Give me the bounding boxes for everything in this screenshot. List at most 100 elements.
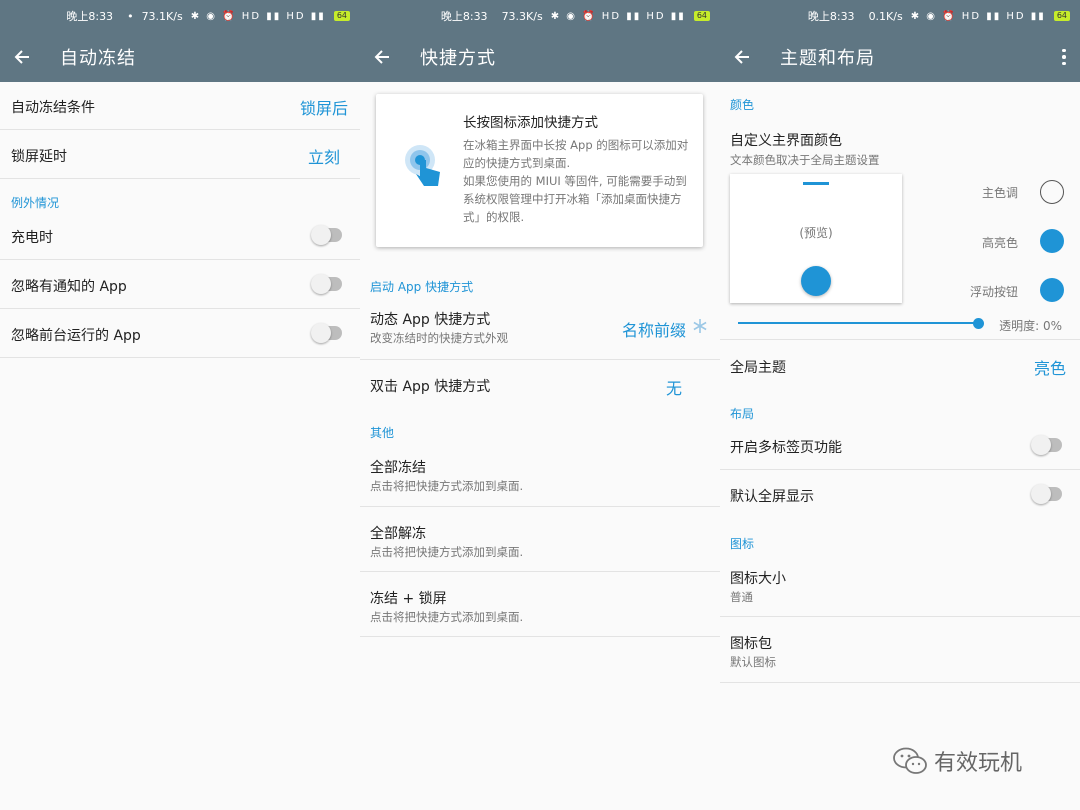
status-icons: ✱ ◉ ⏰ HD ▮▮ HD ▮▮	[190, 10, 326, 22]
unfreeze-all-label: 全部解冻	[370, 526, 426, 542]
fullscreen-label: 默认全屏显示	[730, 489, 814, 505]
charging-switch[interactable]	[311, 225, 342, 245]
alpha-slider-track[interactable]	[738, 322, 978, 324]
status-bar: 晚上8:33 0.1K/s ✱ ◉ ⏰ HD ▮▮ HD ▮▮ 64	[720, 0, 1080, 32]
icon-pack-value: 默认图标	[730, 655, 776, 669]
custom-color-sub: 文本颜色取决于全局主题设置	[730, 153, 880, 167]
icon-pack-label: 图标包	[730, 636, 772, 652]
list-item[interactable]: 全部解冻 点击将把快捷方式添加到桌面.	[360, 507, 720, 572]
screen-shortcuts: 晚上8:33 73.3K/s ✱ ◉ ⏰ HD ▮▮ HD ▮▮ 64 快捷方式…	[360, 0, 720, 810]
lock-delay-label: 锁屏延时	[11, 149, 67, 165]
app-bar: 快捷方式	[360, 32, 720, 82]
accent-color-label: 高亮色	[981, 236, 1018, 250]
alpha-slider-thumb[interactable]	[973, 318, 984, 329]
section-exceptions: 例外情况	[11, 196, 60, 210]
lock-delay-value: 立刻	[307, 148, 340, 167]
icon-size-label: 图标大小	[730, 571, 786, 587]
dynamic-shortcut-sub: 改变冻结时的快捷方式外观	[370, 331, 508, 345]
app-bar: 主题和布局	[720, 32, 1080, 82]
list-item[interactable]: 冻结 + 锁屏 点击将把快捷方式添加到桌面.	[360, 572, 720, 637]
card-title: 长按图标添加快捷方式	[463, 115, 598, 131]
primary-color-label: 主色调	[981, 186, 1018, 200]
status-speed: 73.1K/s	[141, 9, 183, 23]
accent-color-swatch[interactable]	[1040, 229, 1064, 253]
back-arrow-icon[interactable]	[370, 45, 394, 69]
dynamic-shortcut-value: 名称前缀	[621, 321, 686, 340]
page-title: 主题和布局	[780, 48, 875, 69]
global-theme-value: 亮色	[1033, 359, 1066, 378]
global-theme-label: 全局主题	[730, 360, 786, 376]
preview-label: (预览)	[799, 226, 833, 240]
toggle-row-fullscreen[interactable]: 默认全屏显示	[720, 470, 1080, 519]
toggle-row-notification[interactable]: 忽略有通知的 App	[0, 260, 360, 309]
lock-delay-row[interactable]: 锁屏延时 立刻	[0, 130, 360, 179]
icon-size-row[interactable]: 图标大小 普通	[720, 552, 1080, 617]
unfreeze-all-sub: 点击将把快捷方式添加到桌面.	[370, 545, 524, 559]
double-click-shortcut-value: 无	[665, 379, 682, 398]
double-click-shortcut-row[interactable]: 双击 App 快捷方式 无	[360, 360, 720, 410]
other-shortcuts-list: 全部冻结 点击将把快捷方式添加到桌面. 全部解冻 点击将把快捷方式添加到桌面. …	[360, 441, 720, 637]
icon-size-value: 普通	[730, 590, 753, 604]
wechat-icon	[893, 747, 927, 774]
dynamic-shortcut-label: 动态 App 快捷方式	[370, 312, 491, 328]
status-bar: 晚上8:33 73.3K/s ✱ ◉ ⏰ HD ▮▮ HD ▮▮ 64	[360, 0, 720, 32]
fullscreen-switch[interactable]	[1031, 484, 1062, 504]
card-body: 在冰箱主界面中长按 App 的图标可以添加对应的快捷方式到桌面. 如果您使用的 …	[463, 138, 689, 224]
fab-color-swatch[interactable]	[1040, 278, 1064, 302]
color-preview: (预览)	[730, 174, 902, 303]
list-item[interactable]: 全部冻结 点击将把快捷方式添加到桌面.	[360, 441, 720, 507]
preview-accent-bar	[803, 182, 829, 185]
charging-label: 充电时	[11, 230, 53, 246]
ignore-foreground-label: 忽略前台运行的 App	[11, 328, 141, 344]
fab-color-label: 浮动按钮	[969, 285, 1018, 299]
page-title: 快捷方式	[420, 48, 496, 69]
multitab-label: 开启多标签页功能	[730, 440, 842, 456]
battery-icon: 64	[693, 11, 710, 21]
toggle-row-multitab[interactable]: 开启多标签页功能	[720, 421, 1080, 470]
watermark-text: 有效玩机	[934, 751, 1023, 776]
section-launch-shortcuts: 启动 App 快捷方式	[370, 280, 474, 294]
status-time: 晚上8:33	[66, 10, 114, 23]
section-icon: 图标	[730, 537, 755, 551]
ignore-notification-switch[interactable]	[311, 274, 342, 294]
freeze-condition-row[interactable]: 自动冻结条件 锁屏后	[0, 82, 360, 130]
multitab-switch[interactable]	[1031, 435, 1062, 455]
toggle-row-charging[interactable]: 充电时	[0, 211, 360, 260]
app-bar: 自动冻结	[0, 32, 360, 82]
global-theme-row[interactable]: 全局主题 亮色	[720, 339, 1080, 391]
status-speed: 73.3K/s	[501, 9, 543, 23]
ignore-notification-label: 忽略有通知的 App	[11, 279, 127, 295]
snowflake-icon	[693, 319, 707, 333]
more-options-icon[interactable]	[1058, 45, 1070, 69]
icon-pack-row[interactable]: 图标包 默认图标	[720, 617, 1080, 683]
long-press-hint-card: 长按图标添加快捷方式 在冰箱主界面中长按 App 的图标可以添加对应的快捷方式到…	[376, 94, 703, 247]
status-speed: 0.1K/s	[868, 9, 903, 23]
freeze-condition-label: 自动冻结条件	[11, 100, 95, 116]
double-click-shortcut-label: 双击 App 快捷方式	[370, 379, 491, 395]
back-arrow-icon[interactable]	[10, 45, 34, 69]
status-time: 晚上8:33	[807, 10, 855, 23]
freeze-lock-label: 冻结 + 锁屏	[370, 591, 447, 607]
ignore-foreground-switch[interactable]	[311, 323, 342, 343]
back-arrow-icon[interactable]	[730, 45, 754, 69]
dynamic-shortcut-row[interactable]: 动态 App 快捷方式 改变冻结时的快捷方式外观 名称前缀	[360, 299, 720, 360]
preview-fab	[801, 266, 831, 296]
status-icons: ✱ ◉ ⏰ HD ▮▮ HD ▮▮	[910, 10, 1046, 22]
alpha-label: 透明度: 0%	[999, 319, 1062, 333]
toggle-row-foreground[interactable]: 忽略前台运行的 App	[0, 309, 360, 358]
freeze-all-sub: 点击将把快捷方式添加到桌面.	[370, 479, 524, 493]
battery-icon: 64	[1053, 11, 1070, 21]
freeze-condition-value: 锁屏后	[299, 99, 348, 118]
status-time: 晚上8:33	[440, 10, 488, 23]
section-other: 其他	[370, 426, 395, 440]
touch-hand-icon	[405, 145, 440, 186]
primary-color-swatch[interactable]	[1040, 180, 1064, 204]
status-bar: 晚上8:33 • 73.1K/s ✱ ◉ ⏰ HD ▮▮ HD ▮▮ 64	[0, 0, 360, 32]
freeze-all-label: 全部冻结	[370, 460, 426, 476]
screen-theme-layout: 晚上8:33 0.1K/s ✱ ◉ ⏰ HD ▮▮ HD ▮▮ 64 主题和布局…	[720, 0, 1080, 810]
status-dot: •	[127, 9, 134, 23]
section-color: 颜色	[730, 98, 755, 112]
status-icons: ✱ ◉ ⏰ HD ▮▮ HD ▮▮	[550, 10, 686, 22]
page-title: 自动冻结	[60, 48, 136, 69]
screen-auto-freeze: 晚上8:33 • 73.1K/s ✱ ◉ ⏰ HD ▮▮ HD ▮▮ 64 自动…	[0, 0, 360, 810]
